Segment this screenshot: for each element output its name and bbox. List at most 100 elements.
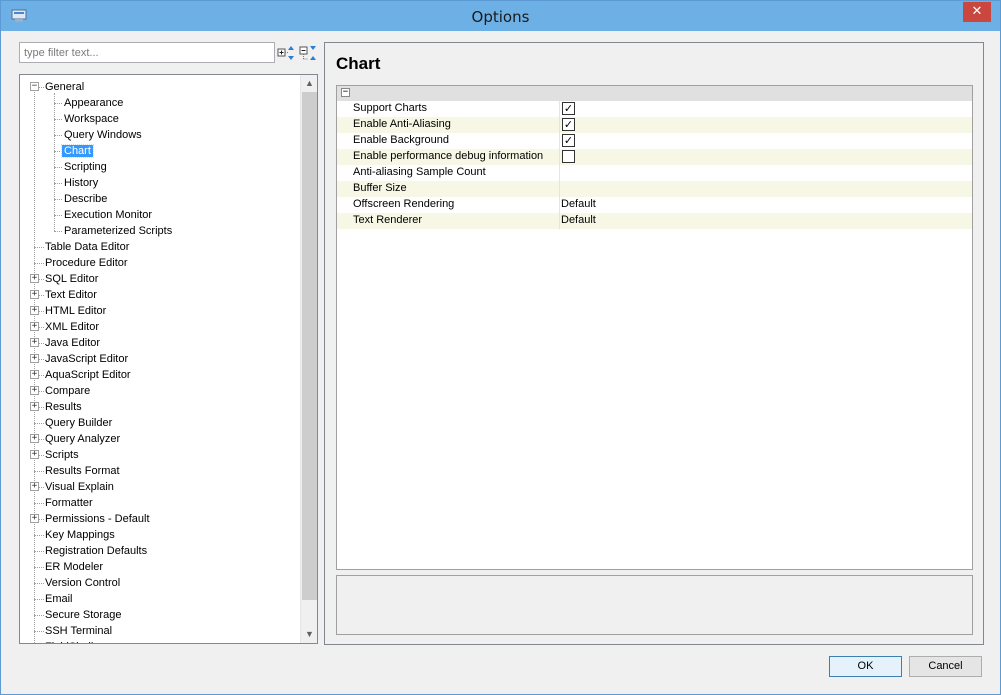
tree-item[interactable]: Appearance [62, 95, 125, 111]
filter-input[interactable] [19, 42, 275, 63]
property-name: Support Charts [353, 102, 427, 114]
tree-item[interactable]: Visual Explain [43, 479, 116, 495]
tree-item[interactable]: Parameterized Scripts [62, 223, 174, 239]
close-button[interactable]: ✕ [963, 2, 991, 22]
tree-item[interactable]: Execution Monitor [62, 207, 154, 223]
expand-icon[interactable]: + [30, 370, 39, 379]
expand-icon[interactable]: + [30, 434, 39, 443]
property-checkbox[interactable]: ✓ [562, 102, 575, 115]
collapse-icon[interactable]: − [341, 88, 350, 97]
tree-item[interactable]: Workspace [62, 111, 121, 127]
tree-item[interactable]: Email [43, 591, 75, 607]
tree-item[interactable]: Table Data Editor [43, 239, 131, 255]
tree-item[interactable]: Results [43, 399, 84, 415]
expand-icon[interactable]: + [30, 402, 39, 411]
tree-item[interactable]: Query Analyzer [43, 431, 122, 447]
property-row[interactable]: Support Charts ✓ [337, 101, 972, 117]
property-value[interactable]: Default [561, 198, 596, 210]
column-divider [559, 197, 560, 213]
expand-icon[interactable]: + [30, 290, 39, 299]
property-grid[interactable]: − Support Charts ✓ Enable Anti-Aliasing ✓ En… [336, 85, 973, 570]
tree-item[interactable]: Compare [43, 383, 92, 399]
property-group-header[interactable]: − [337, 86, 972, 101]
expand-icon[interactable]: + [30, 482, 39, 491]
tree-item[interactable]: Query Builder [43, 415, 114, 431]
scroll-up-icon[interactable]: ▲ [301, 75, 317, 92]
expand-icon[interactable]: + [30, 338, 39, 347]
tree-item[interactable]: SSH Terminal [43, 623, 114, 639]
tree-item[interactable]: Describe [62, 191, 109, 207]
collapse-icon[interactable]: − [30, 82, 39, 91]
tree-item[interactable]: XML Editor [43, 319, 101, 335]
options-dialog: Options ✕ ▲ ▼ −GeneralAppearanceWorkspac… [0, 0, 1001, 695]
property-checkbox[interactable] [562, 150, 575, 163]
cancel-button[interactable]: Cancel [909, 656, 982, 677]
tree-item[interactable]: Scripting [62, 159, 109, 175]
tree-item[interactable]: Version Control [43, 575, 122, 591]
tree-item[interactable]: Key Mappings [43, 527, 117, 543]
tree-item[interactable]: Java Editor [43, 335, 102, 351]
tree-item[interactable]: JavaScript Editor [43, 351, 130, 367]
title-bar[interactable]: Options ✕ [1, 1, 1000, 31]
tree-item[interactable]: Chart [61, 143, 94, 159]
property-name: Buffer Size [353, 182, 407, 194]
page-title: Chart [336, 54, 381, 73]
tree-item[interactable]: Scripts [43, 447, 81, 463]
tree-guide-line [34, 87, 35, 643]
tree-item[interactable]: Secure Storage [43, 607, 123, 623]
scroll-down-icon[interactable]: ▼ [301, 626, 317, 643]
tree-item[interactable]: Query Windows [62, 127, 144, 143]
property-row[interactable]: Anti-aliasing Sample Count [337, 165, 972, 181]
tree-scrollbar[interactable]: ▲ ▼ [300, 75, 317, 643]
tree-item[interactable]: FluidShell [43, 639, 95, 643]
property-row[interactable]: Buffer Size [337, 181, 972, 197]
tree-item[interactable]: HTML Editor [43, 303, 108, 319]
expand-icon[interactable]: + [30, 322, 39, 331]
expand-icon[interactable]: + [30, 306, 39, 315]
property-row[interactable]: Enable Anti-Aliasing ✓ [337, 117, 972, 133]
column-divider [559, 133, 560, 149]
tree-item-label: ER Modeler [45, 561, 104, 573]
tree-guide-line [54, 199, 62, 200]
expand-icon[interactable]: + [30, 450, 39, 459]
column-divider [559, 117, 560, 133]
property-row[interactable]: Text Renderer Default [337, 213, 972, 229]
tree-item[interactable]: Results Format [43, 463, 122, 479]
options-tree[interactable]: ▲ ▼ − General Appearance Workspace Query Win… [19, 74, 318, 644]
property-checkbox[interactable]: ✓ [562, 118, 575, 131]
property-value[interactable]: Default [561, 214, 596, 226]
tree-item-label: Visual Explain [45, 481, 114, 493]
property-row[interactable]: Enable performance debug information [337, 149, 972, 165]
tree-item[interactable]: ER Modeler [43, 559, 105, 575]
expand-icon[interactable]: + [30, 514, 39, 523]
tree-item[interactable]: Formatter [43, 495, 95, 511]
column-divider [559, 149, 560, 165]
tree-item[interactable]: General [43, 79, 86, 95]
tree-item[interactable]: Text Editor [43, 287, 99, 303]
tree-item[interactable]: History [62, 175, 100, 191]
expand-icon[interactable]: + [30, 354, 39, 363]
expand-icon[interactable]: + [30, 274, 39, 283]
property-name: Text Renderer [353, 214, 423, 226]
property-row[interactable]: Enable Background ✓ [337, 133, 972, 149]
property-name: Offscreen Rendering [353, 198, 455, 210]
column-divider [559, 213, 560, 229]
scroll-thumb[interactable] [302, 92, 317, 600]
property-row[interactable]: Offscreen Rendering Default [337, 197, 972, 213]
tree-item[interactable]: Procedure Editor [43, 255, 130, 271]
tree-item[interactable]: Registration Defaults [43, 543, 149, 559]
tree-item[interactable]: AquaScript Editor [43, 367, 133, 383]
property-checkbox[interactable]: ✓ [562, 134, 575, 147]
expand-icon[interactable]: + [30, 386, 39, 395]
tree-item[interactable]: SQL Editor [43, 271, 100, 287]
ok-button[interactable]: OK [829, 656, 902, 677]
column-divider [559, 181, 560, 197]
tree-item-label: History [64, 177, 99, 189]
collapse-all-icon[interactable] [299, 44, 317, 62]
tree-item-label: Table Data Editor [45, 241, 130, 253]
tree-item[interactable]: Permissions - Default [43, 511, 152, 527]
tree-guide-line [54, 167, 62, 168]
expand-all-icon[interactable] [277, 44, 295, 62]
tree-item-label: Text Editor [45, 289, 97, 301]
property-name: Anti-aliasing Sample Count [353, 166, 486, 178]
